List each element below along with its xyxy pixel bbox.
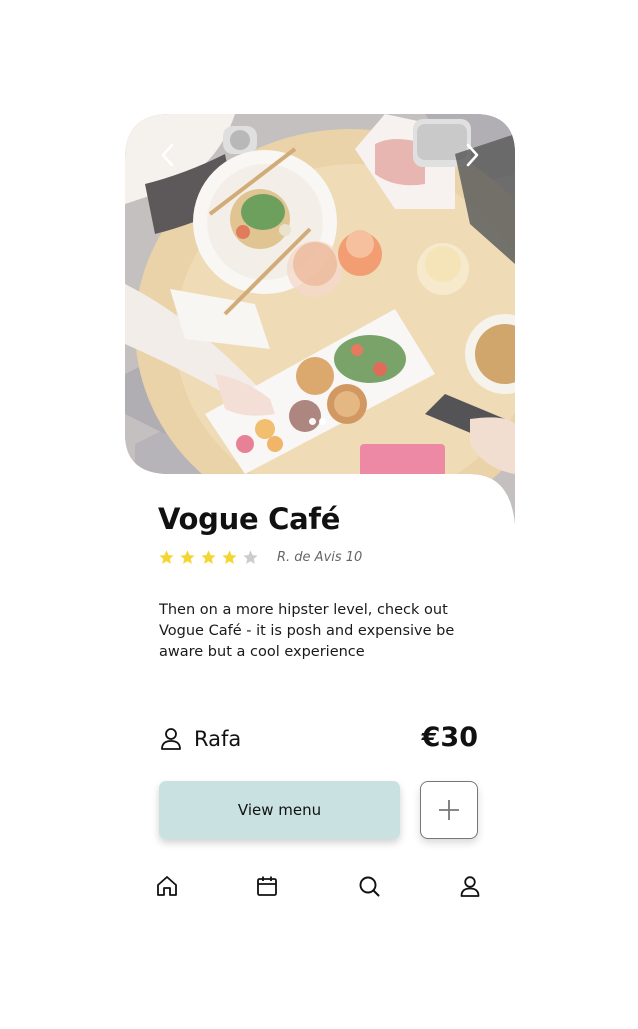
chevron-right-icon: [466, 143, 479, 167]
venue-title: Vogue Café: [158, 502, 341, 536]
star-icon: [159, 549, 174, 564]
plus-icon: [439, 800, 459, 820]
carousel-next-button[interactable]: [455, 138, 489, 172]
bottom-navigation: [0, 872, 638, 902]
venue-address: R. de Avis 10: [277, 549, 363, 565]
chevron-left-icon: [161, 143, 174, 167]
star-icon: [243, 549, 258, 564]
star-icon: [201, 549, 216, 564]
profile-icon: [460, 876, 480, 897]
calendar-icon: [257, 876, 277, 896]
carousel-dots: [309, 418, 326, 425]
home-icon: [157, 876, 177, 896]
search-icon: [359, 876, 380, 897]
venue-card: [125, 114, 515, 534]
user-icon: [161, 728, 181, 750]
carousel-dot[interactable]: [319, 418, 326, 425]
price: €30: [421, 722, 478, 753]
host-name: Rafa: [194, 727, 242, 751]
star-rating: [158, 549, 259, 566]
tab-calendar[interactable]: [253, 872, 281, 900]
host-info: Rafa: [160, 724, 241, 754]
hero-image: [125, 114, 515, 524]
star-icon: [180, 549, 195, 564]
carousel-dot[interactable]: [309, 418, 316, 425]
venue-description: Then on a more hipster level, check out …: [159, 602, 455, 660]
tab-home[interactable]: [153, 872, 181, 900]
tab-search[interactable]: [355, 872, 383, 900]
add-button[interactable]: [420, 781, 478, 839]
star-icon: [222, 549, 237, 564]
view-menu-button[interactable]: View menu: [159, 781, 400, 839]
rating-row: R. de Avis 10: [158, 547, 362, 567]
carousel-prev-button[interactable]: [151, 138, 185, 172]
tab-profile[interactable]: [456, 872, 484, 900]
